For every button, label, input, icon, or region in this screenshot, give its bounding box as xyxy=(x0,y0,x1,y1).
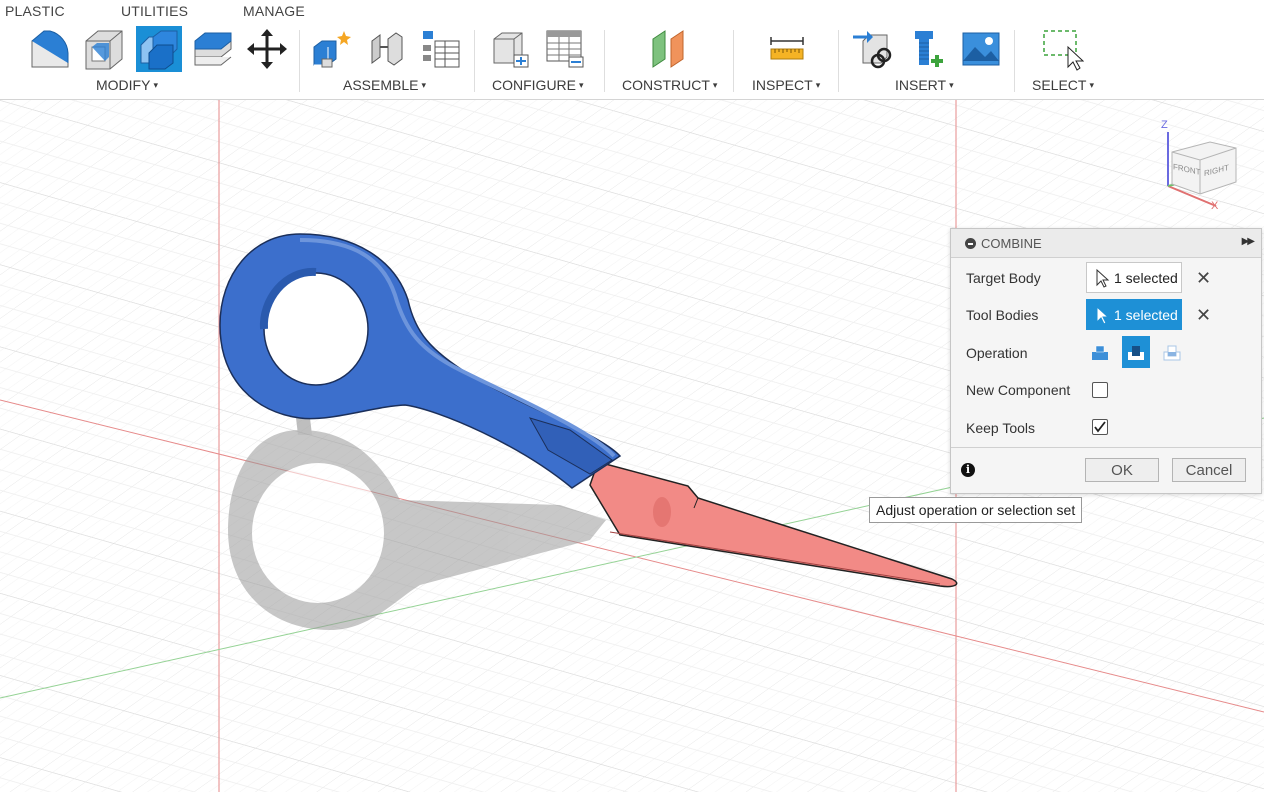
modify-label: MODIFY xyxy=(96,77,151,93)
clear-tools-icon[interactable]: ✕ xyxy=(1196,306,1211,324)
checkmark-icon xyxy=(1094,421,1106,433)
bom-table-icon[interactable] xyxy=(418,26,464,72)
inspect-menu[interactable]: INSPECT ▾ xyxy=(752,77,820,93)
measure-icon[interactable] xyxy=(764,26,810,72)
combine-title: COMBINE xyxy=(981,236,1042,251)
select-label: SELECT xyxy=(1032,77,1087,93)
shell-icon[interactable] xyxy=(81,26,127,72)
operation-cut-button[interactable] xyxy=(1122,336,1150,368)
new-component-checkbox[interactable] xyxy=(1092,382,1108,398)
separator xyxy=(299,30,300,92)
cursor-icon xyxy=(1096,268,1110,288)
canvas-image-icon[interactable] xyxy=(958,26,1004,72)
offset-face-icon[interactable] xyxy=(190,26,236,72)
chevron-down-icon: ▾ xyxy=(949,80,954,90)
combine-footer: i OK Cancel xyxy=(951,447,1261,494)
keep-tools-checkbox[interactable] xyxy=(1092,419,1108,435)
insert-label: INSERT xyxy=(895,77,947,93)
tool-bodies-value: 1 selected xyxy=(1114,306,1178,323)
ok-button[interactable]: OK xyxy=(1085,458,1159,482)
select-menu[interactable]: SELECT ▾ xyxy=(1032,77,1094,93)
cancel-button[interactable]: Cancel xyxy=(1172,458,1246,482)
combine-icon[interactable] xyxy=(136,26,182,72)
tool-bodies-label: Tool Bodies xyxy=(966,307,1039,323)
chevron-down-icon: ▾ xyxy=(579,80,584,90)
target-body-label: Target Body xyxy=(966,270,1041,286)
chevron-down-icon: ▾ xyxy=(712,80,718,90)
configure-label: CONFIGURE xyxy=(492,77,576,93)
separator xyxy=(733,30,734,92)
chevron-down-icon: ▾ xyxy=(153,80,158,90)
target-body-selection[interactable]: 1 selected xyxy=(1086,262,1182,293)
fillet-icon[interactable] xyxy=(27,26,73,72)
combine-header[interactable]: COMBINE ▶▶ xyxy=(951,229,1261,258)
assemble-label: ASSEMBLE xyxy=(343,77,419,93)
configure-menu[interactable]: CONFIGURE ▾ xyxy=(492,77,584,93)
view-cube-x-label: X xyxy=(1211,200,1219,212)
modify-menu[interactable]: MODIFY ▾ xyxy=(96,77,158,93)
tab-manage[interactable]: MANAGE xyxy=(243,3,305,19)
window-select-icon[interactable] xyxy=(1039,26,1085,72)
clear-target-icon[interactable]: ✕ xyxy=(1196,269,1211,287)
chevron-down-icon: ▾ xyxy=(1089,80,1094,90)
new-component-label: New Component xyxy=(966,382,1071,398)
separator xyxy=(604,30,605,92)
construct-plane-icon[interactable] xyxy=(646,26,692,72)
separator xyxy=(1014,30,1015,92)
tab-plastic[interactable]: PLASTIC xyxy=(5,3,65,19)
separator xyxy=(474,30,475,92)
expand-icon[interactable]: ▶▶ xyxy=(1242,236,1255,247)
operation-label: Operation xyxy=(966,345,1028,361)
assemble-menu[interactable]: ASSEMBLE ▾ xyxy=(343,77,426,93)
view-cube[interactable]: Z X FRONT RIGHT xyxy=(1150,118,1250,218)
joint-icon[interactable] xyxy=(363,26,409,72)
construct-menu[interactable]: CONSTRUCT ▾ xyxy=(622,77,717,93)
separator xyxy=(838,30,839,92)
insert-derive-icon[interactable] xyxy=(850,26,896,72)
keep-tools-label: Keep Tools xyxy=(966,420,1036,436)
tool-bodies-selection[interactable]: 1 selected xyxy=(1086,299,1182,330)
cut-icon xyxy=(1128,346,1144,360)
inspect-label: INSPECT xyxy=(752,77,813,93)
press-pull-icon[interactable] xyxy=(0,26,10,72)
toolbar: PLASTIC UTILITIES MANAGE MODIFY ▾ ASSEMBL… xyxy=(0,0,1264,100)
tab-utilities[interactable]: UTILITIES xyxy=(121,3,188,19)
chevron-down-icon: ▾ xyxy=(815,80,821,90)
combine-dialog: COMBINE ▶▶ Target Body 1 selected ✕ Tool… xyxy=(950,228,1262,494)
insert-menu[interactable]: INSERT ▾ xyxy=(895,77,954,93)
configure-icon[interactable] xyxy=(487,26,533,72)
configure-table-icon[interactable] xyxy=(542,26,588,72)
chevron-down-icon: ▾ xyxy=(421,80,427,90)
operation-join-button[interactable] xyxy=(1086,336,1114,368)
insert-mcmaster-icon[interactable] xyxy=(904,26,950,72)
info-icon[interactable]: i xyxy=(961,463,975,477)
join-icon xyxy=(1092,345,1108,360)
collapse-icon[interactable] xyxy=(965,238,976,249)
view-cube-z-label: Z xyxy=(1161,119,1168,131)
cursor-icon xyxy=(1096,305,1110,325)
tooltip: Adjust operation or selection set xyxy=(869,497,1083,523)
operation-intersect-button[interactable] xyxy=(1158,336,1186,368)
new-component-icon[interactable] xyxy=(309,26,355,72)
construct-label: CONSTRUCT xyxy=(622,77,710,93)
intersect-icon xyxy=(1163,345,1181,361)
target-body-value: 1 selected xyxy=(1114,269,1178,286)
move-icon[interactable] xyxy=(244,26,290,72)
